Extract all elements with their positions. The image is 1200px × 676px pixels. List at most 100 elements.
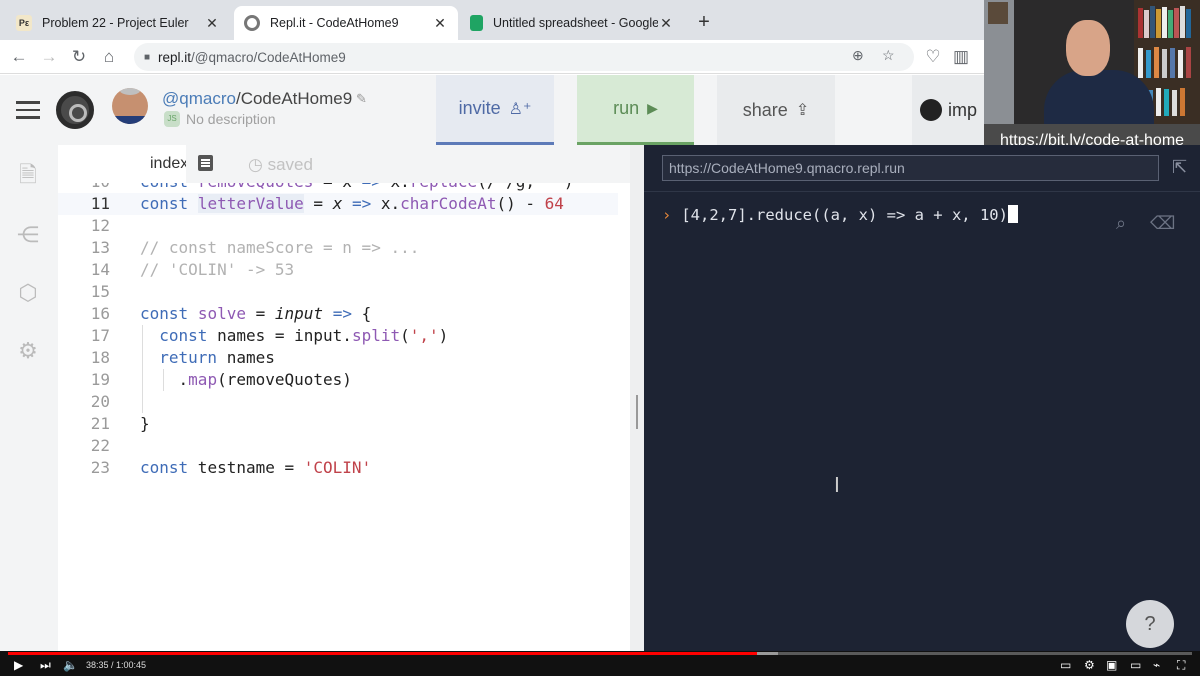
miniplayer-icon[interactable]: ▣ <box>1106 656 1117 674</box>
code-line-current: 11 const letterValue = x => x.charCodeAt(… <box>58 193 618 215</box>
settings-gear-icon[interactable]: ⚙ <box>16 339 40 363</box>
forward-arrow-icon[interactable]: → <box>38 46 60 68</box>
repl-project-name[interactable]: CodeAtHome9 <box>241 89 353 108</box>
clear-console-icon[interactable]: ⌫ <box>1150 213 1175 234</box>
video-progress-bar[interactable] <box>8 652 1192 655</box>
pane-resize-handle[interactable] <box>636 395 638 429</box>
subtitles-icon[interactable]: ▭ <box>1060 656 1071 674</box>
line-number: 19 <box>90 370 110 389</box>
description-text: No description <box>186 111 276 127</box>
webcam-book <box>1146 50 1151 78</box>
line-number: 11 <box>90 194 110 213</box>
line-number: 18 <box>90 348 110 367</box>
address-bar[interactable]: ■ repl.it/@qmacro/CodeAtHome9 ⊕ ☆ <box>134 43 914 71</box>
code-text: return names <box>159 348 275 367</box>
close-tab-icon[interactable]: ✕ <box>204 15 220 32</box>
browser-tab-replit[interactable]: Repl.it - CodeAtHome9 ✕ <box>234 6 458 40</box>
next-video-icon[interactable]: ⏭ <box>40 656 51 674</box>
fullscreen-icon[interactable]: ⛶ <box>1177 656 1185 674</box>
left-sidebar: 🗎 ⋲ ⬡ ⚙ <box>0 145 58 651</box>
run-button[interactable]: run ▶ <box>577 75 694 145</box>
pocket-icon[interactable]: ♡ <box>922 46 944 68</box>
repl-description[interactable]: JS No description <box>164 111 276 127</box>
indent-guide <box>163 369 164 391</box>
line-number: 16 <box>90 304 110 323</box>
address-host: repl.it <box>158 49 192 65</box>
help-button[interactable]: ? <box>1126 600 1174 648</box>
packages-cube-icon[interactable]: ⬡ <box>16 281 40 305</box>
code-text: const testname = 'COLIN' <box>140 458 372 477</box>
line-number: 21 <box>90 414 110 433</box>
line-number: 13 <box>90 238 110 257</box>
mouse-ibeam-cursor-icon: I <box>834 473 840 497</box>
console-input-line[interactable]: › [4,2,7].reduce((a, x) => a + x, 10) <box>662 205 1018 224</box>
share-button[interactable]: share ⇪ <box>717 75 835 145</box>
webcam-book <box>1180 6 1185 38</box>
code-editor[interactable]: 10const removeQuotes = x => x.replace(/"… <box>58 173 628 651</box>
browser-tab-project-euler[interactable]: Pε Problem 22 - Project Euler ✕ <box>6 6 230 40</box>
console-pane: https://CodeAtHome9.qmacro.repl.run ⇱ › [… <box>644 145 1200 651</box>
repl-owner-link[interactable]: @qmacro <box>162 89 236 108</box>
share-label: share <box>742 99 788 120</box>
repl-header: @qmacro/CodeAtHome9 ✎ JS No description … <box>0 75 984 145</box>
close-tab-icon[interactable]: ✕ <box>432 15 448 32</box>
replit-favicon-icon <box>244 15 260 31</box>
code-text: const letterValue = x => x.charCodeAt() … <box>140 194 564 213</box>
nodejs-icon: JS <box>164 111 180 127</box>
cast-icon[interactable]: ⌁ <box>1153 656 1160 674</box>
github-icon <box>920 99 942 121</box>
new-tab-button[interactable]: + <box>692 8 716 36</box>
back-arrow-icon[interactable]: ← <box>8 46 30 68</box>
webcam-book <box>1156 9 1161 38</box>
webcam-book <box>1186 47 1191 78</box>
editor-status-bar: ◷ saved <box>186 145 630 183</box>
webcam-book <box>1186 9 1191 38</box>
document-icon[interactable] <box>198 155 213 171</box>
webcam-book <box>1168 10 1173 38</box>
bookmark-star-icon[interactable]: ☆ <box>882 47 895 64</box>
code-line: 15 <box>58 281 618 303</box>
indent-guide <box>142 325 143 413</box>
home-icon[interactable]: ⌂ <box>98 46 120 68</box>
save-status-text: saved <box>267 155 313 174</box>
volume-icon[interactable]: 🔈 <box>63 656 78 674</box>
import-button[interactable]: imp <box>912 75 984 145</box>
line-number: 23 <box>90 458 110 477</box>
tab-title: Repl.it - CodeAtHome9 <box>270 16 399 30</box>
webcam-book <box>1138 48 1143 78</box>
close-tab-icon[interactable]: ✕ <box>658 15 674 32</box>
reader-view-icon[interactable]: ▥ <box>950 46 972 68</box>
line-number: 15 <box>90 282 110 301</box>
avatar[interactable] <box>112 88 148 124</box>
webcam-book <box>1162 49 1167 78</box>
code-text: const solve = input => { <box>140 304 372 323</box>
video-settings-gear-icon[interactable]: ⚙ <box>1084 656 1095 674</box>
hamburger-menu-icon[interactable] <box>16 101 40 119</box>
reload-icon[interactable]: ↻ <box>68 46 90 68</box>
line-number: 22 <box>90 436 110 455</box>
screen: { "browser": { "tabs": [ {"title": "Prob… <box>0 0 1200 676</box>
code-line: 14 // 'COLIN' -> 53 <box>58 259 618 281</box>
invite-button[interactable]: invite ♙⁺ <box>436 75 554 145</box>
theater-mode-icon[interactable]: ▭ <box>1130 656 1141 674</box>
play-icon[interactable]: ▶ <box>14 656 23 674</box>
webcam-book <box>1156 88 1161 116</box>
edit-pencil-icon[interactable]: ✎ <box>356 91 367 107</box>
open-external-icon[interactable]: ⇱ <box>1172 157 1187 178</box>
files-icon[interactable]: 🗎 <box>16 163 40 187</box>
project-euler-favicon-icon: Pε <box>16 15 32 31</box>
code-line: 13 // const nameScore = n => ... <box>58 237 618 259</box>
repl-run-url-field[interactable]: https://CodeAtHome9.qmacro.repl.run <box>662 155 1159 181</box>
zoom-icon[interactable]: ⊕ <box>852 47 864 64</box>
share-icon: ⇪ <box>795 102 810 119</box>
tab-title: Untitled spreadsheet - Google Sh <box>493 16 658 30</box>
code-line: 23 const testname = 'COLIN' <box>58 457 618 479</box>
webcam-book <box>1154 47 1159 78</box>
code-text: } <box>140 414 150 433</box>
replit-logo-icon[interactable] <box>56 91 94 129</box>
browser-tab-spreadsheet[interactable]: Untitled spreadsheet - Google Sh ✕ <box>460 6 684 40</box>
webcam-picture-frame <box>988 2 1008 24</box>
version-control-icon[interactable]: ⋲ <box>16 223 40 247</box>
webcam-book <box>1170 48 1175 78</box>
search-icon[interactable]: ⌕ <box>1116 213 1126 234</box>
